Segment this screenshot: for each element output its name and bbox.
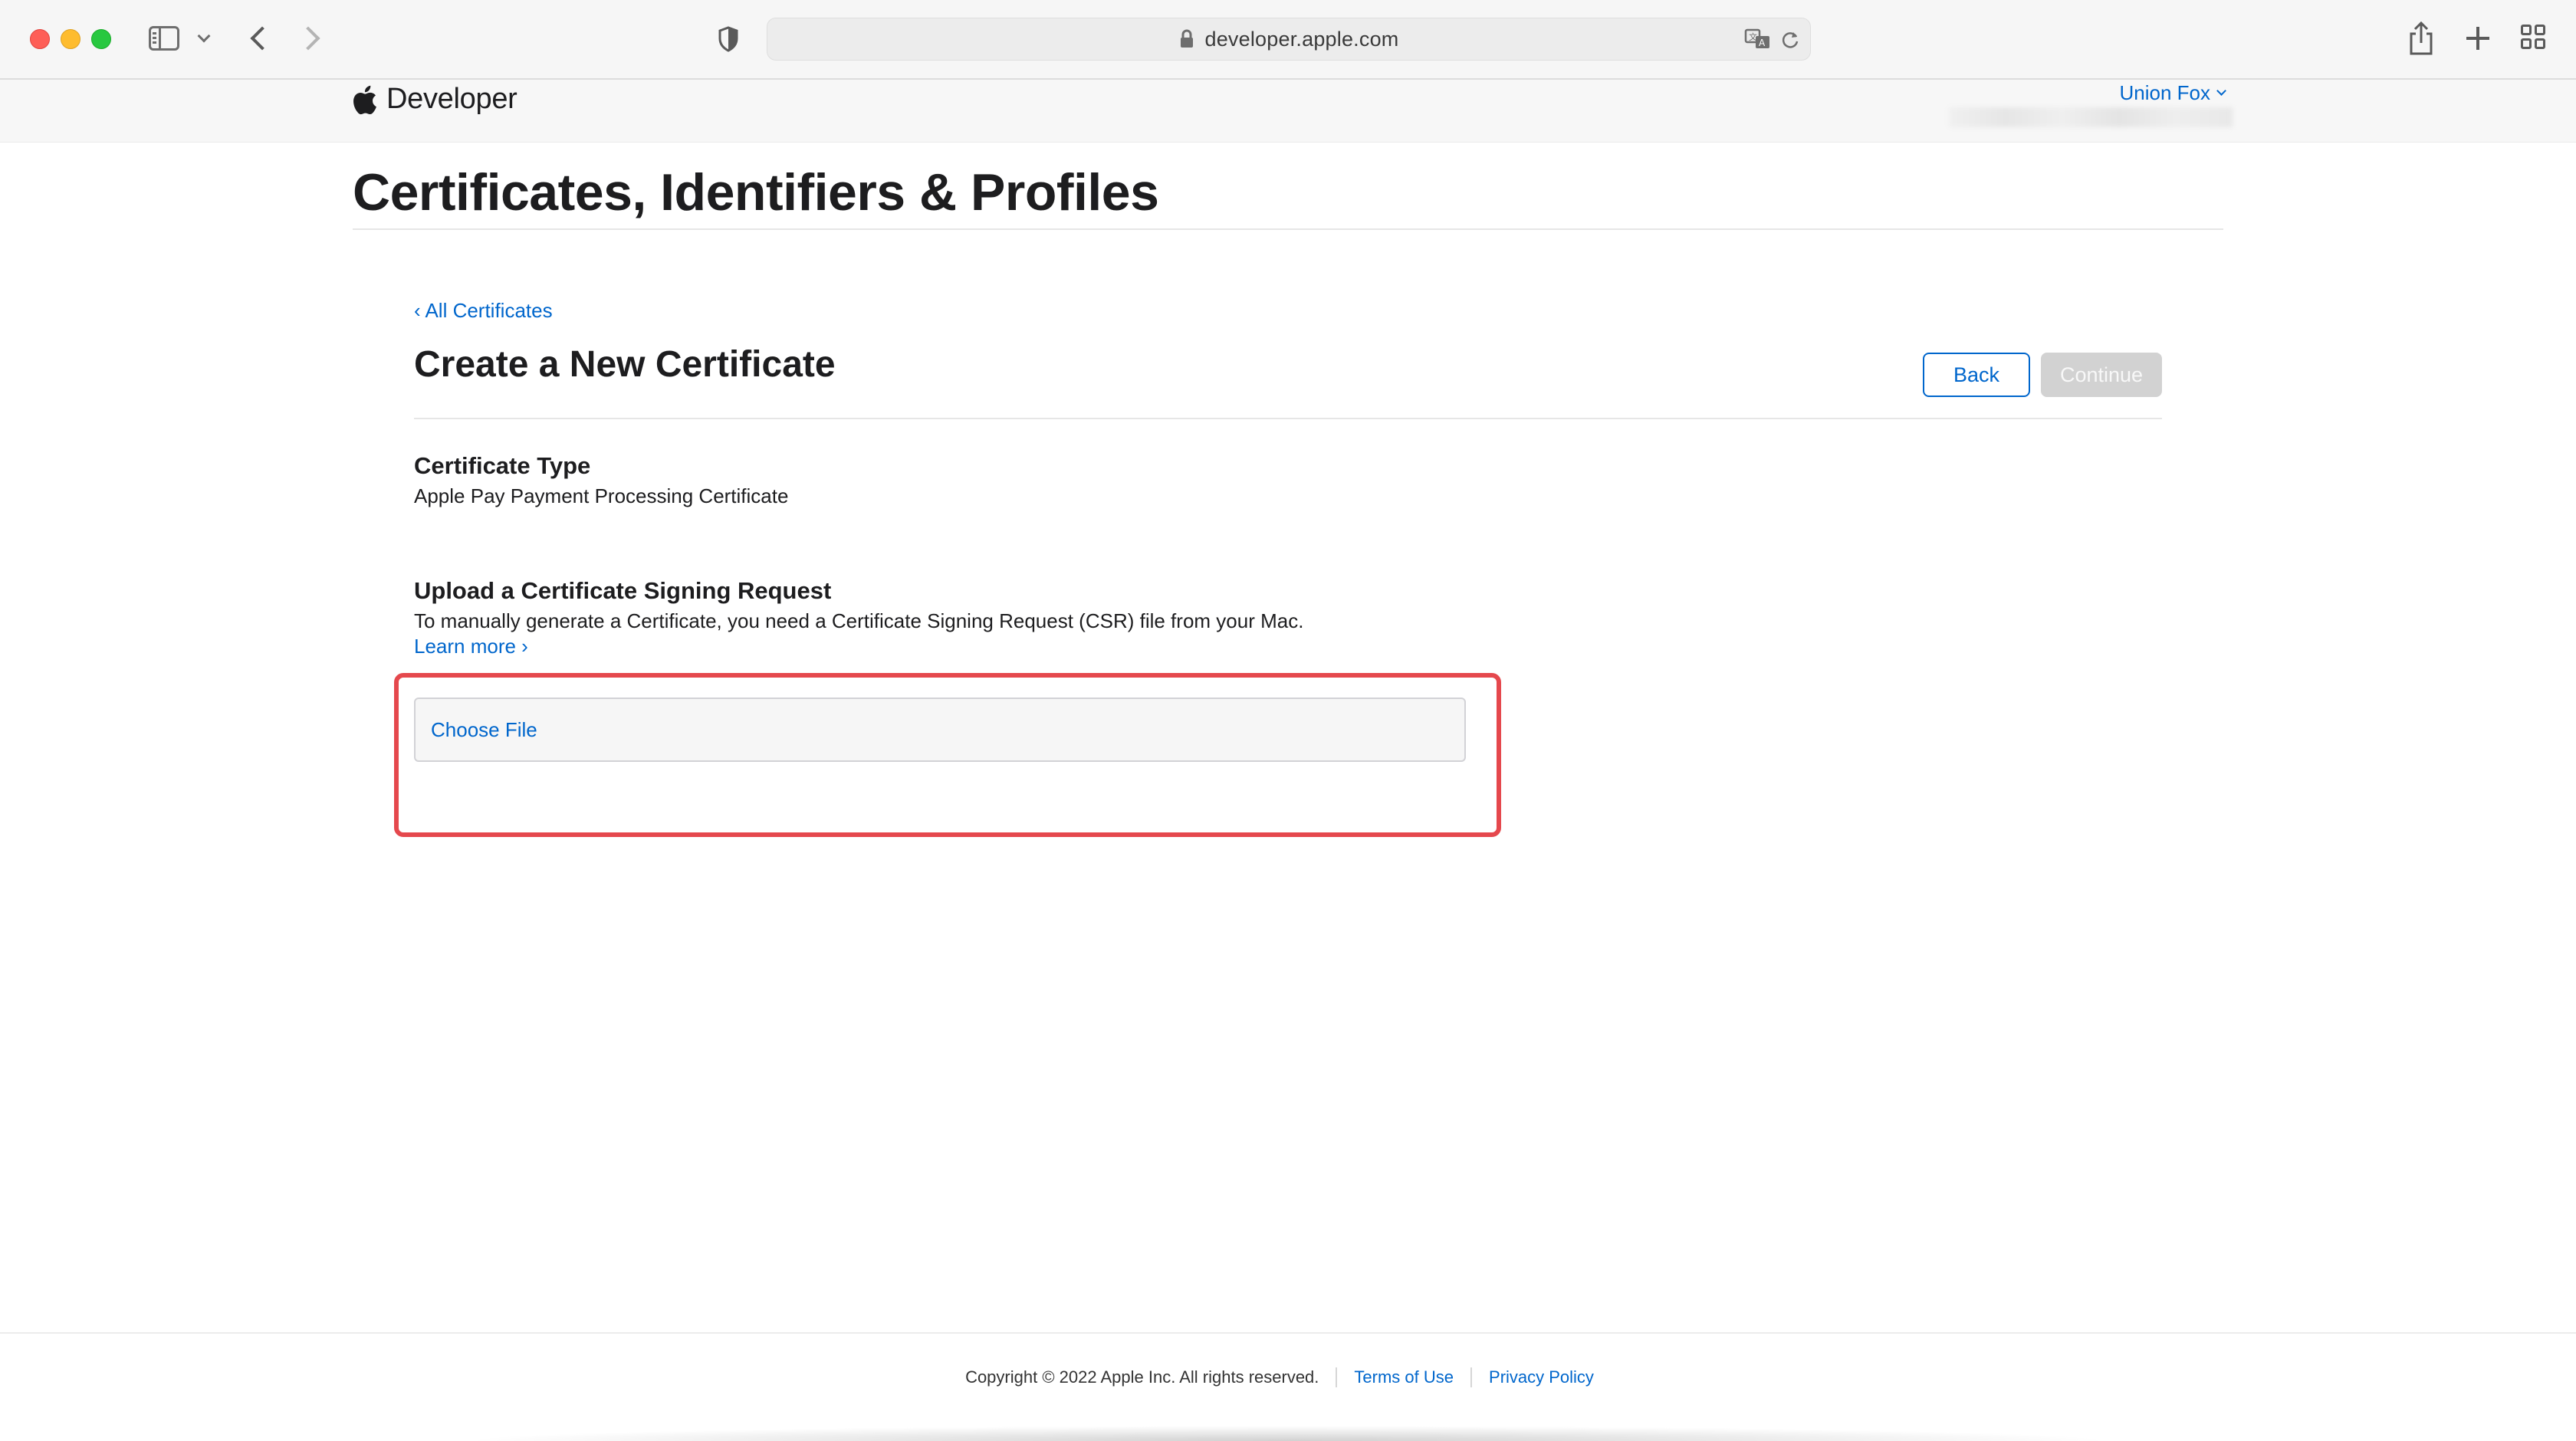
certificate-type-label: Certificate Type	[414, 452, 591, 479]
developer-brand[interactable]: Developer	[351, 83, 518, 116]
new-tab-icon[interactable]	[2463, 23, 2493, 54]
upload-csr-description: To manually generate a Certificate, you …	[414, 609, 1304, 632]
chevron-down-icon[interactable]	[195, 29, 213, 48]
translate-icon[interactable]: 文 A	[1744, 28, 1772, 51]
forward-arrow-icon[interactable]	[296, 23, 327, 54]
minimize-window-button[interactable]	[61, 29, 80, 49]
browser-toolbar: developer.apple.com 文 A	[0, 0, 2576, 80]
privacy-shield-icon[interactable]	[718, 26, 739, 52]
tab-overview-icon[interactable]	[2521, 25, 2548, 52]
account-name: Union Fox	[2119, 81, 2211, 104]
share-icon[interactable]	[2406, 20, 2436, 57]
close-window-button[interactable]	[30, 29, 50, 49]
brand-label: Developer	[386, 83, 518, 115]
browser-window: developer.apple.com 文 A Developer Union …	[0, 0, 2576, 1441]
site-header: Developer Union Fox	[0, 80, 2576, 143]
redacted-team-info	[1949, 107, 2233, 127]
back-arrow-icon[interactable]	[244, 23, 274, 54]
lock-icon	[1179, 29, 1196, 49]
apple-logo-icon	[353, 85, 376, 114]
zoom-window-button[interactable]	[91, 29, 111, 49]
terms-of-use-link[interactable]: Terms of Use	[1336, 1367, 1470, 1387]
window-shadow	[460, 1426, 2116, 1441]
privacy-policy-link[interactable]: Privacy Policy	[1470, 1367, 1611, 1387]
continue-button[interactable]: Continue	[2041, 353, 2162, 397]
sidebar-icon[interactable]	[149, 26, 179, 51]
upload-csr-label: Upload a Certificate Signing Request	[414, 577, 832, 604]
certificate-type-value: Apple Pay Payment Processing Certificate	[414, 484, 789, 507]
account-menu[interactable]: Union Fox	[2120, 81, 2226, 105]
svg-text:文: 文	[1749, 31, 1757, 42]
chevron-down-icon	[2216, 86, 2226, 96]
section-title: Create a New Certificate	[414, 344, 836, 385]
choose-file-input[interactable]: Choose File	[414, 698, 1466, 762]
copyright-text: Copyright © 2022 Apple Inc. All rights r…	[965, 1367, 1319, 1387]
page-footer: Copyright © 2022 Apple Inc. All rights r…	[0, 1332, 2576, 1441]
learn-more-link[interactable]: Learn more ›	[414, 635, 528, 658]
reload-icon[interactable]	[1779, 29, 1801, 51]
svg-text:A: A	[1759, 38, 1766, 48]
back-button[interactable]: Back	[1923, 353, 2030, 397]
choose-file-label: Choose File	[431, 717, 537, 741]
divider	[414, 418, 2162, 419]
divider	[353, 228, 2223, 230]
url-text: developer.apple.com	[1204, 27, 1399, 51]
all-certificates-link[interactable]: ‹ All Certificates	[414, 299, 553, 323]
address-bar[interactable]: developer.apple.com 文 A	[767, 18, 1811, 61]
page-title: Certificates, Identifiers & Profiles	[353, 163, 1159, 222]
